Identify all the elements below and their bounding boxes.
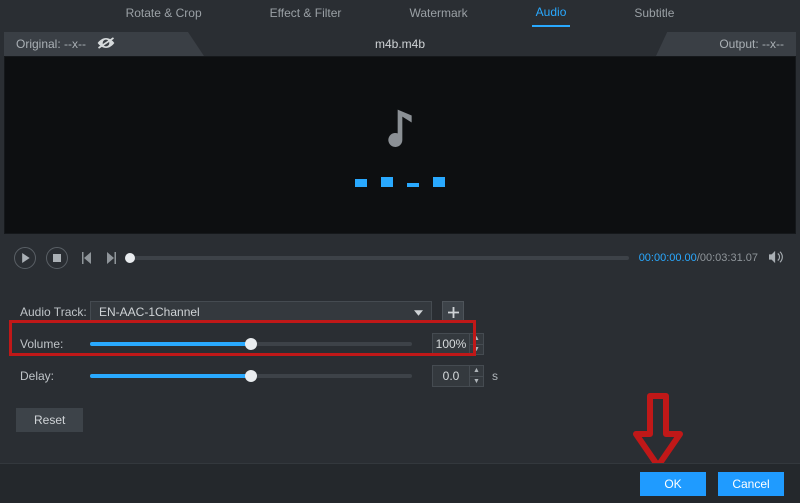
stop-button[interactable]: [46, 247, 68, 269]
dialog-footer: OK Cancel: [0, 463, 800, 503]
tab-rotate-crop[interactable]: Rotate & Crop: [122, 1, 206, 26]
media-preview: [4, 56, 796, 234]
output-info: Output: --x--: [656, 32, 796, 56]
tab-bar: Rotate & Crop Effect & Filter Watermark …: [0, 0, 800, 26]
chevron-down-icon: [414, 305, 423, 319]
timeline-slider[interactable]: [130, 256, 629, 260]
playback-bar: 00:00:00.00/00:03:31.07: [4, 238, 796, 278]
volume-thumb[interactable]: [245, 338, 257, 350]
volume-value-box[interactable]: 100% ▲ ▼: [432, 333, 484, 355]
ok-button[interactable]: OK: [640, 472, 706, 496]
timeline-thumb[interactable]: [125, 253, 135, 263]
tab-audio[interactable]: Audio: [532, 0, 571, 27]
volume-up[interactable]: ▲: [470, 334, 483, 345]
time-total: 00:03:31.07: [700, 252, 758, 264]
delay-row: Delay: 0.0 ▲ ▼ s: [20, 360, 780, 392]
tab-effect-filter[interactable]: Effect & Filter: [266, 1, 346, 26]
time-current: 00:00:00.00: [639, 252, 697, 264]
audio-track-row: Audio Track: EN-AAC-1Channel: [20, 296, 780, 328]
delay-value: 0.0: [433, 366, 469, 386]
audio-controls: Audio Track: EN-AAC-1Channel Volume: 100…: [4, 296, 796, 392]
output-label: Output: --x--: [719, 37, 784, 51]
tab-watermark[interactable]: Watermark: [405, 1, 471, 26]
audio-track-select[interactable]: EN-AAC-1Channel: [90, 301, 432, 323]
delay-unit: s: [492, 369, 498, 383]
delay-down[interactable]: ▼: [470, 377, 483, 387]
delay-spinner: ▲ ▼: [469, 366, 483, 386]
prev-frame-button[interactable]: [78, 252, 94, 264]
tab-subtitle[interactable]: Subtitle: [630, 1, 678, 26]
volume-value: 100%: [433, 334, 469, 354]
preview-header: Original: --x-- m4b.m4b Output: --x--: [4, 32, 796, 56]
next-frame-button[interactable]: [104, 252, 120, 264]
music-note-icon: [386, 104, 414, 151]
delay-label: Delay:: [20, 369, 90, 383]
audio-track-value: EN-AAC-1Channel: [99, 305, 200, 319]
delay-up[interactable]: ▲: [470, 366, 483, 377]
volume-spinner: ▲ ▼: [469, 334, 483, 354]
audio-track-label: Audio Track:: [20, 305, 90, 319]
play-button[interactable]: [14, 247, 36, 269]
volume-slider[interactable]: [90, 342, 412, 346]
cancel-button[interactable]: Cancel: [718, 472, 784, 496]
volume-label: Volume:: [20, 337, 90, 351]
reset-button[interactable]: Reset: [16, 408, 83, 432]
delay-thumb[interactable]: [245, 370, 257, 382]
equalizer-icon: [355, 169, 445, 187]
volume-icon[interactable]: [768, 250, 786, 267]
time-display: 00:00:00.00/00:03:31.07: [639, 252, 758, 264]
delay-slider[interactable]: [90, 374, 412, 378]
volume-row: Volume: 100% ▲ ▼: [20, 328, 780, 360]
volume-down[interactable]: ▼: [470, 345, 483, 355]
add-track-button[interactable]: [442, 301, 464, 323]
delay-value-box[interactable]: 0.0 ▲ ▼: [432, 365, 484, 387]
